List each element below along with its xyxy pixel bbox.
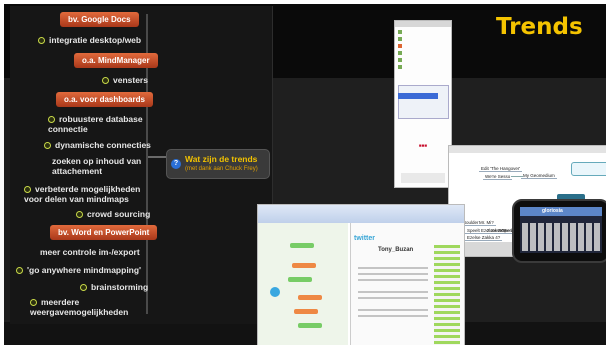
branch-node (292, 263, 316, 268)
tweet-line (358, 291, 428, 293)
node-weergave[interactable]: meerdere weergavemogelijkheden (30, 297, 148, 317)
twitter-username: Tony_Buzan (378, 247, 414, 253)
menu-row (398, 37, 448, 43)
node-delen[interactable]: verbeterde mogelijkheden voor delen van … (24, 184, 148, 204)
twitter-sidebar (434, 245, 460, 345)
node-dot-icon (30, 299, 37, 307)
question-icon: ? (171, 159, 181, 169)
node-dot-icon (76, 211, 83, 219)
node-export[interactable]: meer controle im-/export (40, 247, 140, 257)
node-dot-icon (16, 267, 23, 275)
app-screenshot-menu: ■■■ (394, 20, 452, 188)
label-word-powerpoint[interactable]: bv. Word en PowerPoint (50, 225, 158, 240)
node-dot-icon (102, 77, 109, 85)
central-node (270, 287, 280, 297)
node-label: 'go anywhere mindmapping' (27, 265, 142, 275)
node-label: meer controle im-/export (40, 247, 140, 257)
node-vensters[interactable]: vensters (102, 75, 148, 85)
node-anywhere[interactable]: 'go anywhere mindmapping' (16, 265, 141, 275)
tweet-line (358, 267, 428, 269)
menu-row (398, 58, 448, 64)
label-dashboards[interactable]: o.a. voor dashboards (56, 92, 153, 107)
smartphone-image: gloriosia (512, 199, 606, 263)
mindmap-panel: bv. Google Docs integratie desktop/web o… (10, 6, 273, 324)
node-zoeken[interactable]: zoeken op inhoud van attachement (52, 156, 148, 176)
map-link (511, 176, 523, 177)
node-label: crowd sourcing (87, 209, 151, 219)
phone-screen: gloriosia (520, 207, 602, 253)
tweet-line (358, 315, 428, 317)
node-brainstorming[interactable]: brainstorming (80, 282, 148, 292)
mindmap-canvas (258, 223, 348, 345)
map-node: Edit 'The Hangover' (479, 166, 523, 172)
menu-row (398, 30, 448, 36)
central-topic-subtitle: (met dank aan Chuck Frey) (185, 166, 258, 172)
node-label: meerdere weergavemogelijkheden (30, 297, 129, 317)
map-node: My Geomedium (521, 173, 557, 179)
node-dot-icon (80, 284, 87, 292)
slide: Trends bv. Google Docs integratie deskto… (4, 4, 606, 345)
window-toolbar (449, 146, 606, 153)
map-node: Ezelse Zakka 4? (465, 235, 503, 241)
selected-row (398, 93, 438, 99)
slide-title: Trends (496, 14, 583, 40)
node-label: integratie desktop/web (49, 35, 142, 45)
menu-row (398, 51, 448, 57)
tweet-line (358, 309, 428, 311)
node-label: zoeken op inhoud van attachement (52, 156, 142, 176)
ad-block: ■■■ (418, 143, 428, 148)
node-label: dynamische connecties (55, 140, 151, 150)
node-dot-icon (44, 142, 51, 150)
widget-panel (398, 85, 449, 119)
branch-node (298, 295, 322, 300)
node-database[interactable]: robuustere database connectie (48, 114, 148, 134)
branch-node (288, 277, 312, 282)
tweet-line (358, 273, 428, 275)
node-label: brainstorming (91, 282, 149, 292)
app-screenshot-word-twitter: twitter Tony_Buzan (257, 204, 465, 345)
window-titlebar (395, 21, 451, 27)
central-topic-title: Wat zijn de trends (185, 154, 258, 164)
map-node: We're Sesso (483, 174, 513, 180)
branch-node (298, 323, 322, 328)
map-bubble (571, 162, 606, 176)
node-crowd[interactable]: crowd sourcing (76, 209, 150, 219)
branch-node (290, 243, 314, 248)
node-dot-icon (48, 116, 55, 124)
node-label: vensters (113, 75, 148, 85)
branch-node (294, 309, 318, 314)
node-integratie[interactable]: integratie desktop/web (38, 35, 141, 45)
menu-row (398, 44, 448, 50)
menu-row (398, 65, 448, 71)
node-label: robuustere database connectie (48, 114, 143, 134)
office-ribbon (258, 205, 464, 223)
node-dot-icon (24, 186, 31, 194)
phone-keyboard (522, 223, 600, 251)
tweet-line (358, 279, 428, 281)
central-topic[interactable]: ? Wat zijn de trends (met dank aan Chuck… (166, 149, 270, 179)
node-dynamische[interactable]: dynamische connecties (44, 140, 151, 150)
phone-brand: gloriosia (520, 207, 602, 216)
tweet-line (358, 297, 428, 299)
node-dot-icon (38, 37, 45, 45)
node-label: verbeterde mogelijkheden voor delen van … (24, 184, 141, 204)
label-mindmanager[interactable]: o.a. MindManager (74, 53, 158, 68)
label-google-docs[interactable]: bv. Google Docs (60, 12, 139, 27)
fine-print (401, 173, 445, 183)
twitter-logo: twitter (354, 235, 375, 242)
